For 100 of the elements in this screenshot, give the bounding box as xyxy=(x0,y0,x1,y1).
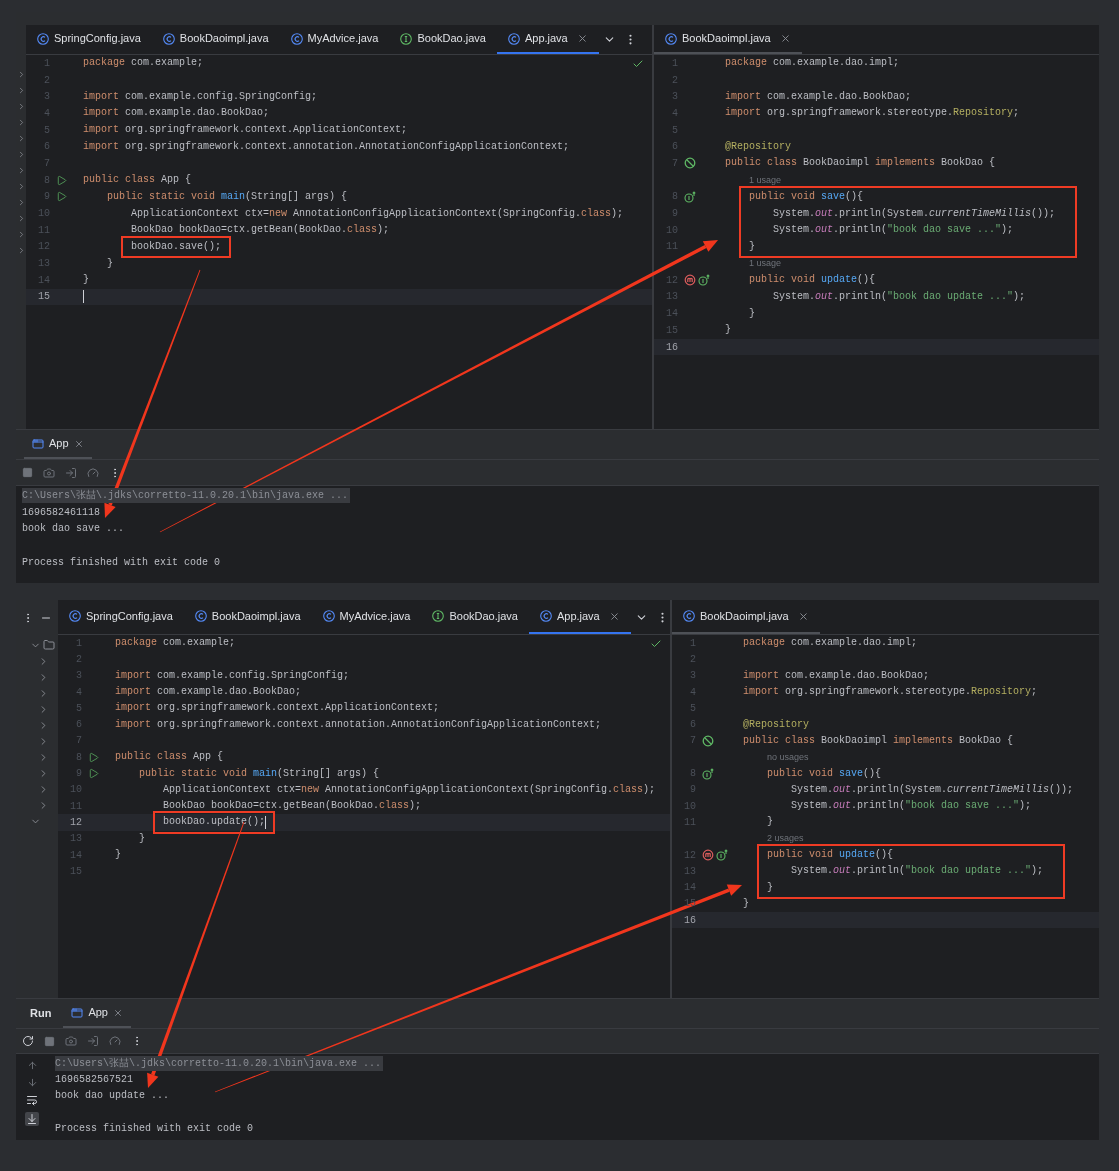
interface-file-icon xyxy=(432,610,445,622)
class-file-icon xyxy=(69,610,81,622)
close-icon[interactable] xyxy=(112,1007,123,1018)
slashed-circle-icon[interactable] xyxy=(684,157,696,170)
up-arrow-circle-icon[interactable] xyxy=(684,190,696,203)
play-icon[interactable] xyxy=(56,174,67,186)
code-line: } xyxy=(766,817,773,828)
code-line: } xyxy=(766,882,773,893)
editor-tab[interactable]: MyAdvice.java xyxy=(311,600,422,634)
code-line: import com.example.dao.BookDao; xyxy=(83,108,270,119)
exit-icon[interactable] xyxy=(65,466,77,479)
code-line: package com.example.dao.impl; xyxy=(725,58,900,69)
class-file-icon xyxy=(507,32,520,45)
tab-label: BookDaoimpl.java xyxy=(682,31,771,47)
code-line: public class BookDaoimpl implements BookDao { xyxy=(743,735,1014,746)
code-line: } xyxy=(83,275,89,286)
play-icon[interactable] xyxy=(88,768,99,779)
code-line: import org.springframework.context.ApplicationContext; xyxy=(83,125,408,136)
console-output: 1696582567521 xyxy=(55,1072,133,1087)
close-icon[interactable] xyxy=(576,33,588,44)
rerun-icon[interactable] xyxy=(22,1035,34,1047)
up-arrow-circle-icon[interactable] xyxy=(716,849,728,861)
close-icon[interactable] xyxy=(608,610,620,622)
code-line: System.out.println(System.currentTimeMillis()); xyxy=(790,784,1074,795)
code-line: import org.springframework.context.annotation.AnnotationConfigApplicationContext; xyxy=(115,719,602,730)
circle-marker-icon[interactable] xyxy=(702,849,714,861)
gauge-icon[interactable] xyxy=(87,466,99,479)
run-panel-title: Run xyxy=(30,1006,52,1022)
no-problems-check-icon[interactable] xyxy=(632,58,644,70)
code-line: @Repository xyxy=(725,141,791,152)
class-file-icon xyxy=(683,610,695,622)
stop-icon[interactable] xyxy=(22,467,33,478)
tab-label: App xyxy=(88,1005,108,1021)
class-file-icon xyxy=(322,610,335,622)
camera-icon[interactable] xyxy=(65,1035,77,1047)
circle-marker-icon[interactable] xyxy=(684,274,696,287)
text-cursor xyxy=(83,290,84,304)
code-line: public static void main(String[] args) { xyxy=(106,191,348,202)
class-file-icon xyxy=(37,32,49,45)
code-line: import com.example.dao.BookDao; xyxy=(743,670,930,681)
editor-tab[interactable]: BookDaoimpl.java xyxy=(151,25,280,54)
code-line: public class App { xyxy=(83,175,192,186)
code-line: ApplicationContext ctx=new AnnotationConfigApplicationContext(SpringConfig.class); xyxy=(162,784,656,795)
code-line: public class App { xyxy=(115,752,224,763)
code-line: import org.springframework.stereotype.Repository; xyxy=(725,108,1020,119)
editor-tab[interactable]: SpringConfig.java xyxy=(26,25,152,54)
editor-tab[interactable]: MyAdvice.java xyxy=(279,25,390,54)
code-line: import org.springframework.context.ApplicationContext; xyxy=(115,703,440,714)
class-file-icon xyxy=(539,610,552,622)
text-cursor xyxy=(265,815,267,829)
code-line: System.out.println("book dao save ..."); xyxy=(772,225,1014,236)
code-line: public void update(){ xyxy=(748,275,876,286)
play-icon[interactable] xyxy=(88,751,99,763)
code-line: package com.example; xyxy=(83,58,204,69)
code-line: bookDao.save(); xyxy=(130,241,222,252)
usage-hint[interactable]: 1 usage xyxy=(749,259,782,269)
tab-label: SpringConfig.java xyxy=(54,31,141,47)
editor-tab[interactable]: BookDao.java xyxy=(389,25,497,54)
code-line: BookDao bookDao=ctx.getBean(BookDao.class); xyxy=(162,801,422,812)
slashed-circle-icon[interactable] xyxy=(702,734,714,747)
close-icon[interactable] xyxy=(779,33,791,44)
up-arrow-circle-icon[interactable] xyxy=(702,767,714,780)
class-file-icon xyxy=(665,32,677,45)
usage-hint[interactable]: 1 usage xyxy=(749,175,782,185)
line-number: 16 xyxy=(665,340,678,355)
wrap-text-icon[interactable] xyxy=(26,1094,38,1106)
arrow-up-icon[interactable] xyxy=(26,1060,38,1071)
console-output: book dao update ... xyxy=(55,1089,170,1104)
no-problems-check-icon[interactable] xyxy=(650,638,662,650)
code-line: } xyxy=(748,308,755,319)
console-output: 1696582461118 xyxy=(22,505,100,520)
close-icon[interactable] xyxy=(73,438,84,449)
code-line: import org.springframework.stereotype.Repository; xyxy=(743,687,1038,698)
editor-tab[interactable]: BookDao.java xyxy=(421,600,529,634)
usage-hint[interactable]: no usages xyxy=(767,752,809,762)
gauge-icon[interactable] xyxy=(109,1035,121,1047)
code-line: package com.example.dao.impl; xyxy=(743,638,918,649)
editor-tab[interactable]: BookDaoimpl.java xyxy=(183,600,312,634)
code-line: import com.example.dao.BookDao; xyxy=(725,91,912,102)
editor-tab[interactable]: SpringConfig.java xyxy=(58,600,184,634)
code-line: public void save(){ xyxy=(766,768,882,779)
code-line: import com.example.dao.BookDao; xyxy=(115,687,302,698)
up-arrow-circle-icon[interactable] xyxy=(698,274,710,287)
usage-hint[interactable]: 2 usages xyxy=(767,834,804,844)
class-file-icon xyxy=(290,32,303,45)
window-icon xyxy=(71,1006,84,1019)
camera-icon[interactable] xyxy=(43,466,55,479)
tab-label: App xyxy=(49,436,69,452)
stop-icon[interactable] xyxy=(44,1035,55,1047)
tab-label: BookDao.java xyxy=(417,31,486,47)
exit-icon[interactable] xyxy=(87,1035,99,1047)
class-file-icon xyxy=(162,32,175,45)
code-line: System.out.println(System.currentTimeMillis()); xyxy=(772,208,1056,219)
code-line: public void update(){ xyxy=(766,850,894,860)
arrow-down-icon[interactable] xyxy=(26,1077,38,1088)
play-icon[interactable] xyxy=(56,191,67,203)
folder-icon[interactable] xyxy=(43,639,55,651)
close-icon[interactable] xyxy=(797,610,809,622)
tab-label: SpringConfig.java xyxy=(86,608,173,624)
scroll-to-end-icon[interactable] xyxy=(25,1112,39,1126)
